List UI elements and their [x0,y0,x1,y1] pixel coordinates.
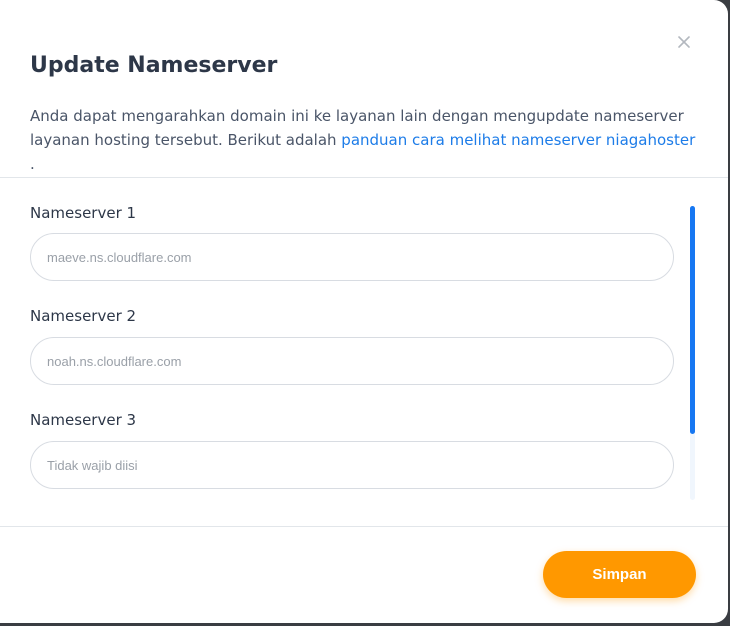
modal-title: Update Nameserver [30,53,278,78]
description-end: . [30,155,35,173]
footer-divider [0,526,728,527]
nameserver-3-input[interactable] [30,441,674,489]
nameserver-2-input[interactable] [30,337,674,385]
nameserver-3-label: Nameserver 3 [30,411,137,429]
form-scrollbar-thumb[interactable] [690,206,695,434]
nameserver-1-input[interactable] [30,233,674,281]
nameserver-2-label: Nameserver 2 [30,307,137,325]
header-divider [0,177,728,178]
update-nameserver-modal: Update Nameserver Anda dapat mengarahkan… [0,0,728,623]
nameserver-1-label: Nameserver 1 [30,204,137,222]
form-scrollbar-track[interactable] [690,206,695,500]
modal-description: Anda dapat mengarahkan domain ini ke lay… [30,104,700,176]
save-button[interactable]: Simpan [543,551,696,598]
nameserver-guide-link[interactable]: panduan cara melihat nameserver niagahos… [341,131,695,149]
close-icon[interactable] [675,33,693,51]
